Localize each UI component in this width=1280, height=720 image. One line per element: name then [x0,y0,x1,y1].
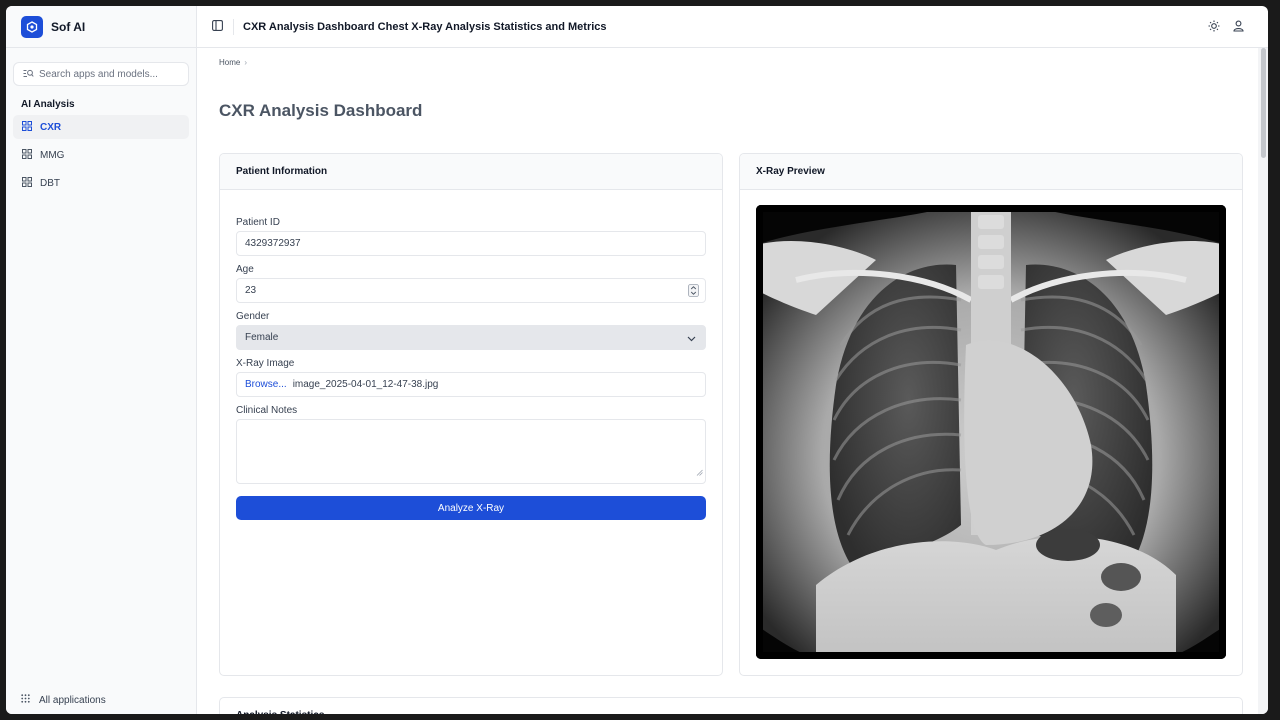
page-title: CXR Analysis Dashboard [219,101,423,120]
search-icon [23,65,34,83]
sidebar-item-dbt[interactable]: DBT [13,171,189,195]
grid-icon [22,148,32,162]
header-title: CXR Analysis Dashboard Chest X-Ray Analy… [243,20,607,33]
clinical-notes-textarea[interactable] [236,419,706,484]
stepper-icon[interactable] [688,284,699,300]
brand[interactable]: Sof AI [6,6,196,48]
main-content: CXR Analysis Dashboard Chest X-Ray Analy… [197,6,1268,714]
age-value: 23 [245,285,257,296]
patient-information-card: Patient Information Patient ID 432937293… [219,153,723,676]
xray-file-input[interactable]: Browse... image_2025-04-01_12-47-38.jpg [236,372,706,397]
analysis-statistics-card: Analysis Statistics [219,697,1243,714]
patient-form: Patient ID 4329372937 Age 23 Gender Fema… [220,217,722,520]
xray-image-label: X-Ray Image [236,358,295,369]
sidebar-item-mmg[interactable]: MMG [13,143,189,167]
card-title: Analysis Statistics [220,698,1242,714]
patient-id-label: Patient ID [236,217,280,228]
analyze-xray-button[interactable]: Analyze X-Ray [236,496,706,520]
header-actions [1208,19,1244,37]
chevron-down-icon [687,334,696,345]
search-box[interactable] [13,62,189,86]
sidebar: Sof AI AI Analysis [6,6,197,714]
top-bar: CXR Analysis Dashboard Chest X-Ray Analy… [197,6,1268,48]
breadcrumb: Home › [219,58,247,67]
sidebar-nav: CXR MMG DBT [6,115,196,195]
resize-grip-icon[interactable] [696,463,703,481]
browse-button[interactable]: Browse... [245,379,287,390]
header-divider [233,18,234,35]
card-title: Patient Information [220,154,722,190]
breadcrumb-separator: › [244,58,248,67]
xray-preview-card: X-Ray Preview [739,153,1243,676]
age-label: Age [236,264,254,275]
all-applications-label: All applications [39,694,106,706]
sidebar-toggle-icon[interactable] [212,18,223,36]
sidebar-item-label: MMG [40,149,65,161]
logo-icon [21,15,43,38]
file-name: image_2025-04-01_12-47-38.jpg [292,379,439,390]
scrollbar-thumb[interactable] [1261,48,1266,158]
age-field[interactable]: 23 [236,278,706,303]
app-window: Sof AI AI Analysis [6,6,1268,714]
patient-id-field[interactable]: 4329372937 [236,231,706,256]
apps-grid-icon [21,694,30,706]
patient-id-value: 4329372937 [245,238,301,249]
breadcrumb-home[interactable]: Home [219,58,240,67]
grid-icon [22,176,32,190]
scrollbar[interactable] [1258,48,1268,714]
sidebar-item-label: CXR [40,121,62,133]
sidebar-item-label: DBT [40,177,60,189]
sun-icon[interactable] [1208,19,1220,37]
clinical-notes-label: Clinical Notes [236,405,298,416]
gender-label: Gender [236,311,270,322]
all-applications-link[interactable]: All applications [21,694,106,706]
user-icon[interactable] [1233,19,1244,37]
gender-value: Female [245,332,279,343]
card-title: X-Ray Preview [740,154,1242,190]
grid-icon [22,120,32,134]
section-title-ai-analysis: AI Analysis [21,99,75,110]
sidebar-item-cxr[interactable]: CXR [13,115,189,139]
search-input[interactable] [39,68,179,80]
gender-select[interactable]: Female [236,325,706,350]
xray-image [756,205,1226,659]
app-name: Sof AI [51,19,86,34]
